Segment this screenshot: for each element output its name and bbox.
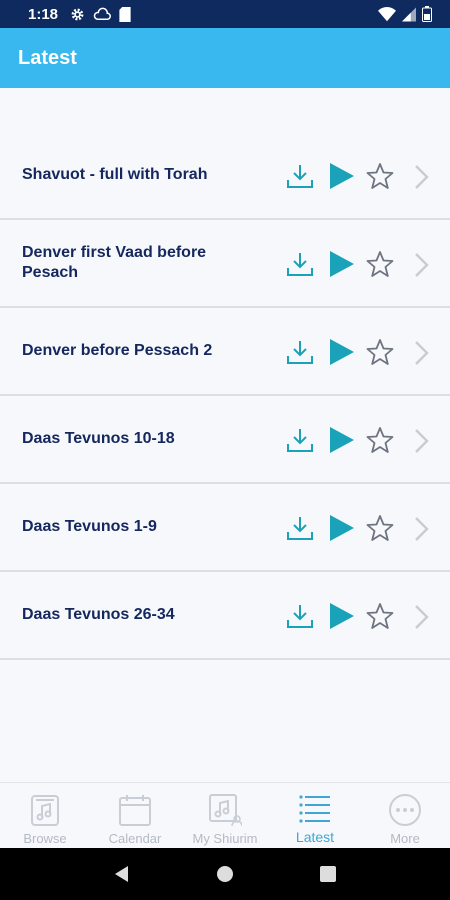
shiur-title: Denver first Vaad before Pesach (22, 244, 207, 281)
signal-icon (402, 7, 416, 21)
tab-browse[interactable]: Browse (0, 783, 90, 848)
app-bar: Latest (0, 28, 450, 88)
music-folder-icon (31, 795, 59, 826)
download-icon[interactable] (286, 426, 314, 454)
tab-label: Calendar (108, 831, 162, 846)
status-time: 1:18 (28, 5, 59, 23)
shiurim-list: Shavuot - full with Torah Denver first V… (0, 132, 450, 660)
play-icon[interactable] (327, 162, 355, 190)
play-icon[interactable] (327, 514, 355, 542)
download-icon[interactable] (286, 338, 314, 366)
shiur-title: Daas Tevunos 26-34 (22, 606, 175, 623)
play-icon[interactable] (327, 426, 355, 454)
home-icon[interactable] (216, 865, 234, 883)
tab-label: More (390, 831, 420, 846)
tab-more[interactable]: More (360, 783, 450, 848)
shiur-title: Shavuot - full with Torah (22, 166, 208, 183)
tab-my-shiurim[interactable]: My Shiurim (180, 783, 270, 848)
tab-label: Latest (295, 829, 335, 845)
chevron-right-icon[interactable] (410, 428, 432, 454)
chevron-right-icon[interactable] (410, 164, 432, 190)
star-icon[interactable] (366, 250, 394, 278)
list-item[interactable]: Daas Tevunos 10-18 (0, 396, 450, 484)
chevron-right-icon[interactable] (410, 252, 432, 278)
chevron-right-icon[interactable] (410, 340, 432, 366)
my-shiurim-icon (209, 794, 242, 827)
page-title: Latest (18, 46, 77, 69)
gear-icon (71, 8, 84, 20)
chevron-right-icon[interactable] (410, 516, 432, 542)
download-icon[interactable] (286, 162, 314, 190)
star-icon[interactable] (366, 338, 394, 366)
list-item[interactable]: Daas Tevunos 1-9 (0, 484, 450, 572)
chevron-right-icon[interactable] (410, 604, 432, 630)
shiur-title: Daas Tevunos 10-18 (22, 430, 175, 447)
play-icon[interactable] (327, 338, 355, 366)
list-item[interactable]: Shavuot - full with Torah (0, 132, 450, 220)
recents-icon[interactable] (319, 865, 337, 883)
shiur-title: Denver before Pessach 2 (22, 342, 213, 359)
back-icon[interactable] (113, 865, 131, 883)
battery-icon (422, 6, 432, 22)
tab-label: My Shiurim (192, 831, 258, 846)
star-icon[interactable] (366, 602, 394, 630)
system-nav-bar (0, 848, 450, 900)
cloud-icon (93, 7, 111, 20)
sd-card-icon (119, 6, 131, 22)
shiur-title: Daas Tevunos 1-9 (22, 518, 157, 535)
star-icon[interactable] (366, 426, 394, 454)
list-icon (299, 795, 330, 823)
play-icon[interactable] (327, 250, 355, 278)
tab-label: Browse (23, 831, 67, 846)
wifi-icon (378, 6, 396, 21)
download-icon[interactable] (286, 250, 314, 278)
status-bar: 1:18 (0, 0, 450, 28)
more-icon (389, 794, 421, 826)
tab-calendar[interactable]: Calendar (90, 783, 180, 848)
tab-latest[interactable]: Latest (270, 783, 360, 848)
calendar-icon (119, 795, 151, 826)
list-item[interactable]: Daas Tevunos 26-34 (0, 572, 450, 660)
star-icon[interactable] (366, 514, 394, 542)
download-icon[interactable] (286, 602, 314, 630)
bottom-tab-bar: Browse Calendar My Shiurim Latest More (0, 782, 450, 848)
list-item[interactable]: Denver before Pessach 2 (0, 308, 450, 396)
list-item[interactable]: Denver first Vaad before Pesach (0, 220, 450, 308)
download-icon[interactable] (286, 514, 314, 542)
star-icon[interactable] (366, 162, 394, 190)
play-icon[interactable] (327, 602, 355, 630)
